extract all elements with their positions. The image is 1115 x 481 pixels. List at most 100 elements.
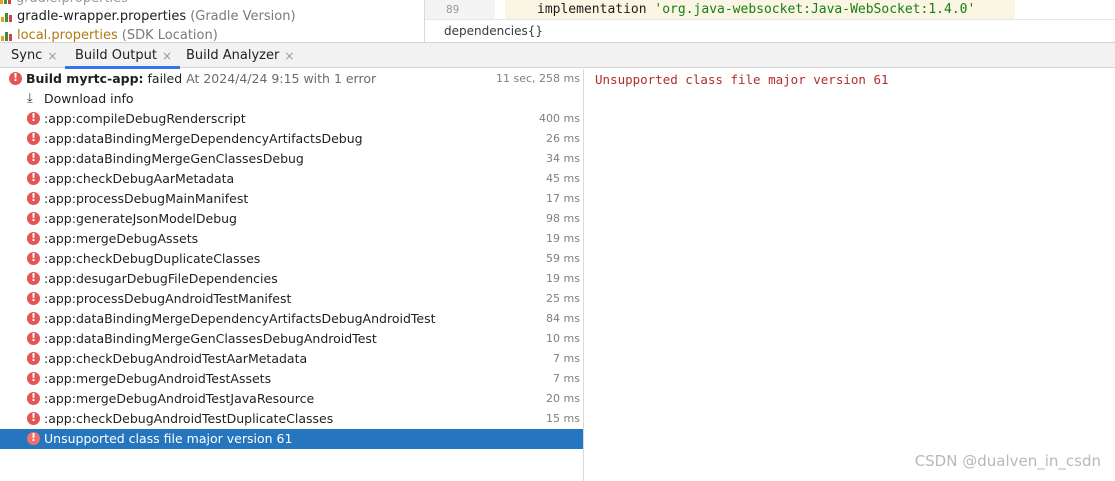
error-icon: [27, 411, 40, 425]
build-console[interactable]: Unsupported class file major version 61: [584, 69, 1115, 481]
file-name: gradle-wrapper.properties: [17, 8, 187, 24]
task-duration: 59 ms: [546, 252, 580, 265]
task-row[interactable]: :app:checkDebugAndroidTestDuplicateClass…: [0, 409, 583, 429]
task-label: :app:generateJsonModelDebug: [44, 211, 237, 226]
download-info-row[interactable]: ⤓ Download info: [0, 89, 583, 109]
error-icon: [27, 351, 40, 365]
tab-build-output[interactable]: Build Output ×: [65, 43, 180, 69]
task-label: :app:dataBindingMergeDependencyArtifacts…: [44, 311, 436, 326]
task-label: :app:mergeDebugAndroidTestJavaResource: [44, 391, 315, 406]
error-icon: [27, 171, 40, 185]
properties-file-icon: [1, 29, 13, 41]
download-icon: ⤓: [27, 91, 33, 106]
task-duration: 84 ms: [546, 312, 580, 325]
close-icon[interactable]: ×: [284, 49, 294, 63]
build-title: Build myrtc-app:: [26, 71, 144, 86]
task-duration: 20 ms: [546, 392, 580, 405]
error-icon: [27, 251, 40, 265]
build-status: failed: [143, 71, 183, 86]
file-hint: (Gradle Version): [190, 8, 296, 24]
error-icon: [27, 151, 40, 165]
task-row[interactable]: :app:desugarDebugFileDependencies 19 ms: [0, 269, 583, 289]
error-icon: [27, 211, 40, 225]
code-line[interactable]: implementation 'org.java-websocket:Java-…: [505, 0, 1015, 19]
line-number: 89: [446, 3, 460, 16]
task-label: :app:dataBindingMergeGenClassesDebugAndr…: [44, 331, 377, 346]
task-label: :app:desugarDebugFileDependencies: [44, 271, 278, 286]
task-row[interactable]: :app:mergeDebugAndroidTestJavaResource 20…: [0, 389, 583, 409]
task-row[interactable]: :app:dataBindingMergeGenClassesDebugAndr…: [0, 329, 583, 349]
watermark: CSDN @dualven_in_csdn: [914, 452, 1101, 470]
build-tree: Build myrtc-app: failed At 2024/4/24 9:1…: [0, 69, 583, 481]
file-hint: (SDK Location): [121, 27, 218, 43]
tab-label: Build Output: [75, 48, 157, 63]
build-root-row[interactable]: Build myrtc-app: failed At 2024/4/24 9:1…: [0, 69, 583, 89]
task-duration: 15 ms: [546, 412, 580, 425]
task-duration: 10 ms: [546, 332, 580, 345]
error-message-row[interactable]: Unsupported class file major version 61: [0, 429, 583, 449]
error-icon: [27, 371, 40, 385]
error-icon: [27, 131, 40, 145]
task-row[interactable]: :app:dataBindingMergeGenClassesDebug 34 m…: [0, 149, 583, 169]
task-label: :app:dataBindingMergeDependencyArtifacts…: [44, 131, 363, 146]
error-icon: [27, 331, 40, 345]
tab-sync[interactable]: Sync ×: [11, 43, 57, 68]
download-label: Download info: [44, 91, 134, 106]
task-duration: 19 ms: [546, 272, 580, 285]
code-keyword: implementation: [537, 2, 655, 17]
project-tree-row-gradle-wrapper[interactable]: gradle-wrapper.properties (Gradle Versio…: [1, 6, 296, 26]
task-label: :app:checkDebugAndroidTestAarMetadata: [44, 351, 308, 366]
close-icon[interactable]: ×: [162, 49, 172, 63]
breadcrumb-item[interactable]: dependencies{}: [444, 24, 543, 38]
gradle-file-icon: [0, 0, 12, 4]
console-error-message: Unsupported class file major version 61: [595, 72, 889, 87]
task-duration: 19 ms: [546, 232, 580, 245]
error-icon: [27, 111, 40, 125]
task-label: :app:mergeDebugAssets: [44, 231, 199, 246]
task-row[interactable]: :app:processDebugMainManifest 17 ms: [0, 189, 583, 209]
task-row[interactable]: :app:dataBindingMergeDependencyArtifacts…: [0, 309, 583, 329]
task-duration: 25 ms: [546, 292, 580, 305]
error-icon: [27, 311, 40, 325]
error-message-label: Unsupported class file major version 61: [44, 431, 293, 446]
task-duration: 45 ms: [546, 172, 580, 185]
error-icon: [27, 271, 40, 285]
task-duration: 98 ms: [546, 212, 580, 225]
editor-gutter: 89: [425, 0, 495, 19]
error-icon: [27, 391, 40, 405]
task-label: :app:dataBindingMergeGenClassesDebug: [44, 151, 304, 166]
project-tree-row-local-properties[interactable]: local.properties (SDK Location): [1, 25, 218, 42]
error-icon: [27, 431, 40, 445]
task-row[interactable]: :app:checkDebugAarMetadata 45 ms: [0, 169, 583, 189]
error-icon: [9, 71, 22, 85]
task-row[interactable]: :app:checkDebugDuplicateClasses 59 ms: [0, 249, 583, 269]
task-label: :app:compileDebugRenderscript: [44, 111, 246, 126]
task-label: :app:processDebugAndroidTestManifest: [44, 291, 292, 306]
task-row[interactable]: :app:dataBindingMergeDependencyArtifacts…: [0, 129, 583, 149]
task-duration: 34 ms: [546, 152, 580, 165]
task-row[interactable]: :app:mergeDebugAssets 19 ms: [0, 229, 583, 249]
editor-area: gradle.properties gradle-wrapper.propert…: [0, 0, 1115, 42]
tab-label: Sync: [11, 48, 43, 63]
task-row[interactable]: :app:mergeDebugAndroidTestAssets 7 ms: [0, 369, 583, 389]
code-string: 'org.java-websocket:Java-WebSocket:1.4.0…: [654, 2, 976, 17]
error-icon: [27, 291, 40, 305]
task-row[interactable]: :app:generateJsonModelDebug 98 ms: [0, 209, 583, 229]
task-duration: 7 ms: [553, 372, 580, 385]
tool-window-tabs: Sync × Build Output × Build Analyzer ×: [0, 42, 1115, 69]
tab-label: Build Analyzer: [186, 48, 280, 63]
task-row[interactable]: :app:compileDebugRenderscript 400 ms: [0, 109, 583, 129]
task-row[interactable]: :app:processDebugAndroidTestManifest 25 m…: [0, 289, 583, 309]
tab-build-analyzer[interactable]: Build Analyzer ×: [186, 43, 294, 68]
breadcrumb[interactable]: dependencies{}: [425, 19, 1115, 42]
task-label: :app:checkDebugDuplicateClasses: [44, 251, 261, 266]
task-label: :app:checkDebugAarMetadata: [44, 171, 235, 186]
error-icon: [27, 191, 40, 205]
build-duration: 11 sec, 258 ms: [496, 72, 580, 85]
task-label: :app:checkDebugAndroidTestDuplicateClass…: [44, 411, 334, 426]
task-duration: 26 ms: [546, 132, 580, 145]
error-icon: [27, 231, 40, 245]
gradle-file-icon: [1, 10, 13, 22]
close-icon[interactable]: ×: [47, 49, 57, 63]
task-row[interactable]: :app:checkDebugAndroidTestAarMetadata 7 m…: [0, 349, 583, 369]
